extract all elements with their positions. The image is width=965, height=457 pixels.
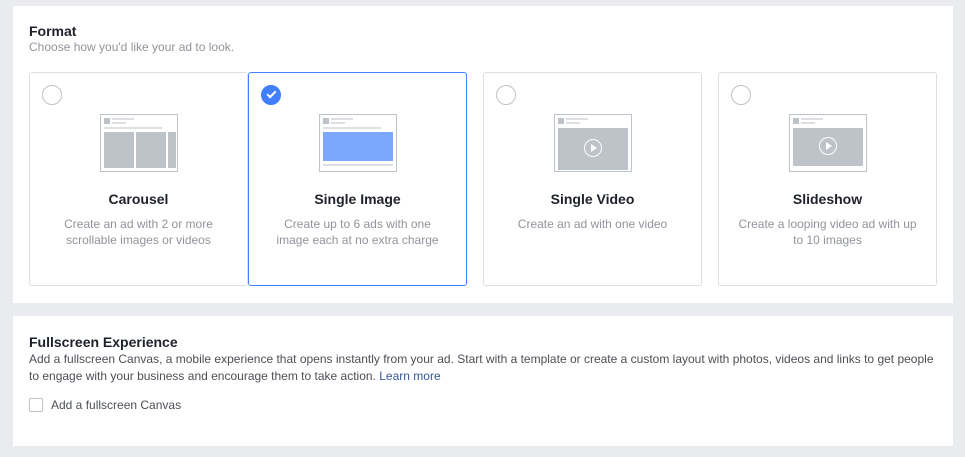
add-canvas-label: Add a fullscreen Canvas bbox=[51, 398, 182, 412]
add-canvas-checkbox[interactable] bbox=[29, 398, 43, 412]
format-option-slideshow[interactable]: Slideshow Create a looping video ad with… bbox=[718, 72, 937, 286]
format-subtitle: Choose how you'd like your ad to look. bbox=[29, 40, 235, 54]
play-icon bbox=[818, 137, 837, 155]
option-description: Create up to 6 ads with one image each a… bbox=[276, 217, 439, 247]
option-description: Create an ad with 2 or more scrollable i… bbox=[64, 217, 213, 247]
single-video-thumbnail-icon bbox=[553, 114, 632, 172]
play-icon bbox=[583, 139, 602, 157]
radio-button[interactable] bbox=[496, 85, 516, 105]
checkmark-icon bbox=[266, 88, 277, 99]
carousel-thumbnail-icon bbox=[99, 114, 178, 172]
add-canvas-row[interactable]: Add a fullscreen Canvas bbox=[29, 398, 181, 412]
option-title: Single Image bbox=[314, 191, 401, 207]
format-title: Format bbox=[29, 23, 77, 39]
radio-button[interactable] bbox=[261, 85, 281, 105]
option-title: Slideshow bbox=[792, 191, 863, 207]
format-option-single-image[interactable]: Single Image Create up to 6 ads with one… bbox=[248, 72, 467, 286]
option-title: Carousel bbox=[108, 191, 169, 207]
format-option-carousel[interactable]: Carousel Create an ad with 2 or more scr… bbox=[29, 72, 248, 286]
slideshow-thumbnail-icon bbox=[788, 114, 867, 172]
format-section: Format Choose how you'd like your ad to … bbox=[13, 6, 953, 303]
option-description: Create an ad with one video bbox=[517, 217, 668, 231]
radio-button[interactable] bbox=[42, 85, 62, 105]
fullscreen-description: Add a fullscreen Canvas, a mobile experi… bbox=[29, 351, 944, 385]
option-description: Create a looping video ad with up to 10 … bbox=[738, 217, 917, 247]
radio-button[interactable] bbox=[731, 85, 751, 105]
format-option-single-video[interactable]: Single Video Create an ad with one video bbox=[483, 72, 702, 286]
fullscreen-title: Fullscreen Experience bbox=[29, 334, 178, 350]
option-title: Single Video bbox=[550, 191, 635, 207]
fullscreen-section: Fullscreen Experience Add a fullscreen C… bbox=[13, 316, 953, 446]
fullscreen-description-text: Add a fullscreen Canvas, a mobile experi… bbox=[29, 352, 934, 383]
single-image-thumbnail-icon bbox=[318, 114, 397, 172]
learn-more-link[interactable]: Learn more bbox=[379, 369, 440, 383]
